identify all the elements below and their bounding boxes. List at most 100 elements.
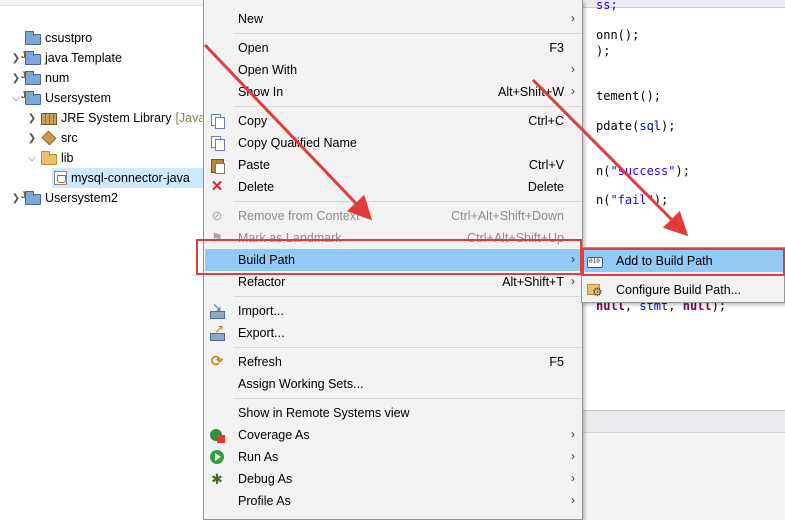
explorer-toolbar-strip: [0, 0, 205, 6]
menu-item-open[interactable]: Open F3: [205, 37, 581, 59]
menu-item-label: Refactor: [238, 275, 286, 289]
annotation-box-build-path: [196, 239, 582, 275]
chevron-right-icon: ›: [571, 274, 575, 288]
menu-separator: [234, 106, 582, 107]
menu-item-shortcut: Delete: [527, 180, 564, 194]
menu-item-label: Delete: [238, 180, 275, 194]
menu-item-copy[interactable]: Copy Ctrl+C: [205, 110, 581, 132]
menu-item-label: Assign Working Sets...: [238, 377, 364, 391]
tree-item-java-template[interactable]: ❯ java Template: [10, 48, 122, 68]
menu-item-label: Configure Build Path...: [616, 283, 742, 297]
menu-separator: [234, 398, 582, 399]
menu-item-shortcut: F5: [549, 355, 564, 369]
menu-item-show-in[interactable]: Show In Alt+Shift+W ›: [205, 81, 581, 103]
refresh-icon: ⟳: [210, 353, 224, 370]
chevron-down-icon[interactable]: ⌵: [26, 153, 38, 164]
remove-context-icon: ⊘: [211, 208, 223, 223]
import-icon: [209, 300, 225, 319]
chevron-right-icon: ›: [571, 62, 575, 76]
menu-item-label: Export...: [238, 326, 285, 340]
menu-item-remove-from-context: ⊘ Remove from Context Ctrl+Alt+Shift+Dow…: [205, 205, 581, 227]
menu-item-shortcut: Alt+Shift+T: [502, 275, 564, 289]
menu-item-label: Copy: [238, 114, 268, 128]
menu-item-configure-build-path[interactable]: Configure Build Path...: [583, 279, 783, 301]
tree-item-usersystem2[interactable]: ❯ Usersystem2: [10, 188, 118, 208]
menu-item-open-with[interactable]: Open With ›: [205, 59, 581, 81]
menu-item-label: Open: [238, 41, 269, 55]
menu-item-label: Profile As: [238, 494, 291, 508]
run-icon: [209, 449, 225, 465]
menu-item-paste[interactable]: Paste Ctrl+V: [205, 154, 581, 176]
chevron-right-icon: ›: [571, 449, 575, 463]
library-icon: [41, 112, 57, 125]
menu-separator: [234, 201, 582, 202]
annotation-box-add-to-build-path: [582, 248, 785, 276]
coverage-icon: [209, 427, 225, 443]
tree-item-label: src: [61, 131, 78, 145]
tree-item-usersystem[interactable]: ⌵ Usersystem: [10, 88, 111, 108]
folder-icon: [41, 150, 57, 165]
tree-item-label: java Template: [45, 51, 122, 65]
chevron-right-icon[interactable]: ❯: [26, 113, 38, 124]
menu-item-label: Paste: [238, 158, 270, 172]
bottom-panel: [576, 410, 785, 520]
menu-item-show-in-remote-systems[interactable]: Show in Remote Systems view: [205, 402, 581, 424]
menu-item-shortcut: Ctrl+C: [528, 114, 564, 128]
java-project-icon: [21, 50, 41, 65]
menu-item-new[interactable]: New ›: [205, 8, 581, 30]
menu-item-debug-as[interactable]: ✱ Debug As ›: [205, 468, 581, 490]
delete-icon: ✕: [210, 178, 224, 195]
tree-item-lib[interactable]: ⌵ lib: [26, 148, 74, 168]
tree-item-label: JRE System Library: [61, 111, 172, 125]
bottom-panel-tabs: [576, 411, 785, 433]
menu-item-assign-working-sets[interactable]: Assign Working Sets...: [205, 373, 581, 395]
menu-item-profile-as[interactable]: Profile As ›: [205, 490, 581, 512]
tree-item-label: num: [45, 71, 70, 85]
menu-item-import[interactable]: Import...: [205, 300, 581, 322]
tree-item-jre-library[interactable]: ❯ JRE System Library [Java: [26, 108, 206, 128]
tree-item-src[interactable]: ❯ src: [26, 128, 78, 148]
java-project-icon: [21, 90, 41, 105]
menu-item-delete[interactable]: ✕ Delete Delete: [205, 176, 581, 198]
tree-item-label: Usersystem2: [45, 191, 118, 205]
menu-item-label: Import...: [238, 304, 284, 318]
tree-item-mysql-connector[interactable]: mysql-connector-java: [52, 168, 205, 188]
export-icon: [209, 322, 225, 341]
menu-item-copy-qualified-name[interactable]: Copy Qualified Name: [205, 132, 581, 154]
menu-item-export[interactable]: Export...: [205, 322, 581, 344]
menu-item-label: Show in Remote Systems view: [238, 406, 410, 420]
code-line: );: [596, 44, 611, 58]
tree-item-csustpro[interactable]: csustpro: [10, 28, 92, 48]
project-explorer: csustpro ❯ java Template ❯ num ⌵ Usersys…: [0, 0, 205, 520]
tree-item-label: lib: [61, 151, 74, 165]
jar-file-icon: [54, 171, 67, 185]
code-line: n("fail");: [596, 193, 669, 207]
menu-item-label: Coverage As: [238, 428, 310, 442]
menu-item-label: Show In: [238, 85, 284, 99]
menu-separator: [234, 347, 582, 348]
chevron-right-icon: ›: [571, 84, 575, 98]
chevron-right-icon: ›: [571, 493, 575, 507]
configure-build-path-icon: [587, 282, 603, 299]
menu-separator: [234, 33, 582, 34]
menu-item-label: Remove from Context: [238, 209, 360, 223]
copy-icon: [209, 113, 225, 129]
menu-item-label: New: [238, 12, 264, 26]
tree-item-num[interactable]: ❯ num: [10, 68, 70, 88]
menu-item-shortcut: Ctrl+V: [528, 158, 564, 172]
chevron-right-icon[interactable]: ❯: [26, 133, 38, 144]
menu-item-run-as[interactable]: Run As ›: [205, 446, 581, 468]
chevron-right-icon: ›: [571, 11, 575, 25]
tree-item-label: mysql-connector-java: [71, 171, 190, 185]
menu-item-shortcut: F3: [549, 41, 564, 55]
code-line: pdate(sql);: [596, 119, 676, 133]
tree-item-label: Usersystem: [45, 91, 111, 105]
menu-item-shortcut: Alt+Shift+W: [498, 85, 564, 99]
source-folder-icon: [41, 130, 57, 146]
menu-item-coverage-as[interactable]: Coverage As ›: [205, 424, 581, 446]
code-line: ss;: [596, 0, 618, 12]
menu-item-label: Refresh: [238, 355, 282, 369]
menu-item-label: Debug As: [238, 472, 293, 486]
menu-item-label: Open With: [238, 63, 298, 77]
menu-item-refresh[interactable]: ⟳ Refresh F5: [205, 351, 581, 373]
